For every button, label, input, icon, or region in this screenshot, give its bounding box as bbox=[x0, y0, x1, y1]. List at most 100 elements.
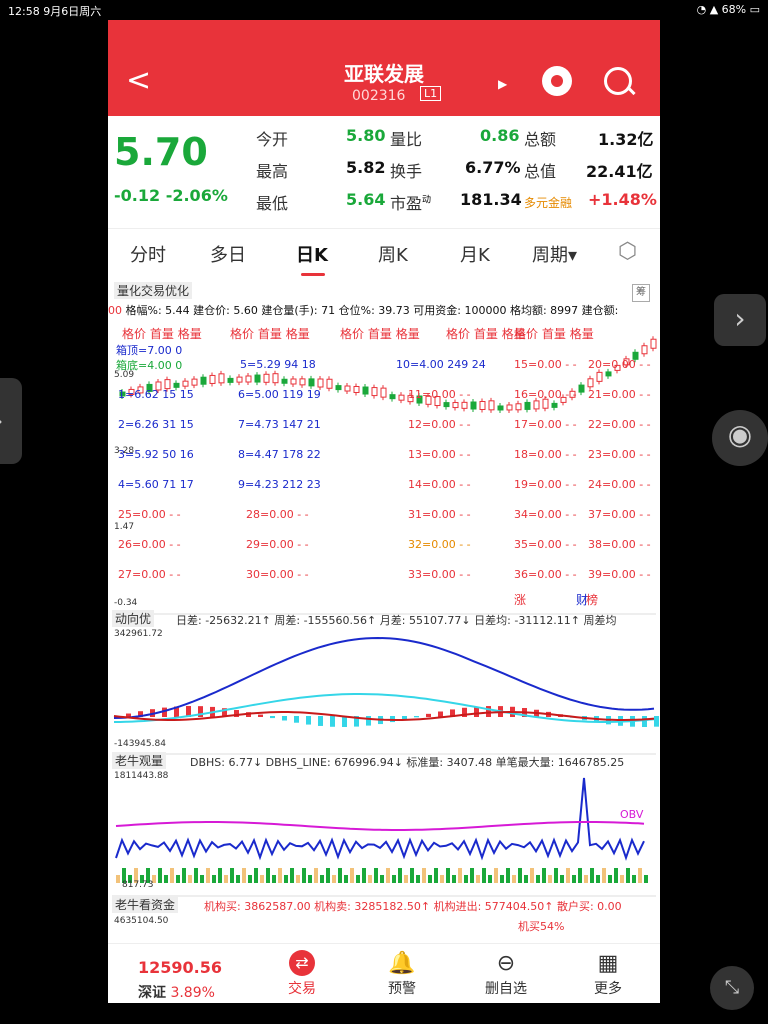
collapse-icon[interactable]: ⤡ bbox=[710, 966, 754, 1010]
candle-body bbox=[317, 378, 324, 388]
status-bar: 12:58 9月6日周六 ◔ ▲ 68% ▭ bbox=[0, 0, 768, 20]
grid-cell: 19=0.00 - - bbox=[514, 478, 577, 491]
volume-bar bbox=[332, 875, 336, 883]
tab-period[interactable]: 周期▾ bbox=[532, 241, 577, 267]
tab-weekly-k[interactable]: 周K bbox=[378, 241, 408, 267]
index-name[interactable]: 深证 3.89% bbox=[138, 982, 215, 1002]
volume-bar bbox=[470, 868, 474, 883]
period-tabs: 分时 多日 日K 周K 月K 周期▾ ⬡ bbox=[108, 228, 660, 279]
volume-bar bbox=[380, 875, 384, 883]
volume-bar bbox=[362, 868, 366, 883]
box-top: 箱顶=7.00 0 bbox=[116, 344, 183, 357]
volume-bar bbox=[608, 875, 612, 883]
bottom-bar: 12590.56 深证 3.89% ⇄ 交易 🔔 预警 ⊖ 删自选 ▦ 更多 bbox=[108, 943, 660, 1003]
volume-bar bbox=[398, 868, 402, 883]
trade-button[interactable]: ⇄ 交易 bbox=[272, 950, 332, 998]
candle-body bbox=[398, 394, 405, 401]
grid-cell: 11=0.00 - - bbox=[408, 388, 471, 401]
indicator2-label[interactable]: 老牛观量 bbox=[112, 752, 167, 769]
kline-chart-area[interactable]: 量化交易优化 筹 00 格幅%: 5.44 建仓价: 5.60 建仓量(手): … bbox=[108, 278, 660, 968]
dpad-control[interactable]: ◉ bbox=[712, 410, 768, 466]
volume-bar bbox=[182, 868, 186, 883]
candle-body bbox=[461, 401, 468, 409]
volume-bar bbox=[278, 868, 282, 883]
quote-low-value: 5.64 bbox=[346, 190, 386, 209]
candle-body bbox=[524, 401, 531, 410]
tab-monthly-k[interactable]: 月K bbox=[460, 241, 490, 267]
chip-button[interactable]: 筹 bbox=[632, 284, 650, 302]
search-icon[interactable] bbox=[604, 67, 632, 95]
volume-bar bbox=[416, 875, 420, 883]
sector-name[interactable]: 多元金融 bbox=[524, 194, 572, 211]
obv-label: OBV bbox=[620, 808, 644, 821]
volume-bar bbox=[458, 868, 462, 883]
histogram-bar bbox=[414, 716, 419, 718]
candle-body bbox=[182, 380, 189, 387]
mascot-icon[interactable] bbox=[542, 66, 572, 96]
indicator-selector[interactable]: 量化交易优化 bbox=[114, 282, 193, 299]
play-icon[interactable]: ▶ bbox=[498, 77, 507, 91]
rank-tag[interactable]: 榜 bbox=[586, 591, 598, 608]
grid-cell: 30=0.00 - - bbox=[246, 568, 309, 581]
remove-watchlist-button[interactable]: ⊖ 删自选 bbox=[476, 950, 536, 998]
volume-bar bbox=[308, 875, 312, 883]
indicator3-label[interactable]: 老牛看资金 bbox=[112, 896, 179, 913]
sector-pct: +1.48% bbox=[588, 190, 657, 209]
volume-bar bbox=[512, 875, 516, 883]
candle-body bbox=[506, 404, 513, 411]
volume-bar bbox=[368, 875, 372, 883]
candle-body bbox=[263, 373, 270, 383]
candle-body bbox=[290, 378, 297, 385]
indicator3-values: 机构买: 3862587.00 机构卖: 3285182.50↑ 机构进出: 5… bbox=[204, 900, 622, 913]
volume-bar bbox=[248, 875, 252, 883]
grid-cell: 2=6.26 31 15 bbox=[118, 418, 194, 431]
tab-multiday[interactable]: 多日 bbox=[210, 241, 246, 267]
grid-cell: 27=0.00 - - bbox=[118, 568, 181, 581]
settings-hex-icon[interactable]: ⬡ bbox=[618, 239, 637, 264]
more-button[interactable]: ▦ 更多 bbox=[578, 950, 638, 998]
volume-bar bbox=[260, 875, 264, 883]
volume-bar bbox=[572, 875, 576, 883]
volume-bar bbox=[392, 875, 396, 883]
indicator1-label[interactable]: 动向优 bbox=[112, 610, 155, 627]
side-handle-left[interactable]: › bbox=[0, 378, 22, 464]
indicator2-values: DBHS: 6.77↓ DBHS_LINE: 676996.94↓ 标准量: 3… bbox=[190, 756, 625, 769]
candle-body bbox=[587, 378, 594, 388]
candle-body bbox=[596, 371, 603, 382]
grid-cell: 3=5.92 50 16 bbox=[118, 448, 194, 461]
quote-pe-value: 181.34 bbox=[460, 190, 522, 209]
volume-bar bbox=[482, 868, 486, 883]
volume-bar bbox=[302, 868, 306, 883]
volume-bar bbox=[290, 868, 294, 883]
volume-bar bbox=[386, 868, 390, 883]
histogram-bar bbox=[654, 716, 659, 727]
volume-bar bbox=[434, 868, 438, 883]
stock-name: 亚联发展 bbox=[344, 62, 424, 86]
current-price: 5.70 bbox=[114, 130, 208, 174]
quote-mktcap-value: 22.41亿 bbox=[586, 162, 653, 181]
col-header: 格价 首量 格量 bbox=[514, 327, 594, 341]
candle-body bbox=[551, 402, 558, 408]
volume-bar bbox=[218, 868, 222, 883]
grid-cell: 6=5.00 119 19 bbox=[238, 388, 321, 401]
indicator2-max: 1811443.88 bbox=[114, 771, 169, 781]
tab-intraday[interactable]: 分时 bbox=[130, 241, 166, 267]
candle-body bbox=[227, 377, 234, 383]
candle-body bbox=[533, 400, 540, 410]
battery-indicator: ◔ ▲ 68% ▭ bbox=[696, 3, 760, 16]
tab-daily-k[interactable]: 日K bbox=[296, 241, 328, 267]
grid-cell: 38=0.00 - - bbox=[588, 538, 651, 551]
next-stock-button[interactable]: › bbox=[714, 294, 766, 346]
alert-button[interactable]: 🔔 预警 bbox=[372, 950, 432, 998]
candle-body bbox=[641, 345, 648, 355]
index-value[interactable]: 12590.56 bbox=[138, 958, 222, 977]
candle-body bbox=[605, 371, 612, 377]
grid-cell: 1=6.62 15 15 bbox=[118, 388, 194, 401]
rise-tag[interactable]: 涨 bbox=[514, 591, 526, 608]
volume-bar bbox=[254, 868, 258, 883]
grid-cell: 35=0.00 - - bbox=[514, 538, 577, 551]
grid-cell: 24=0.00 - - bbox=[588, 478, 651, 491]
strategy-info-line: 00 格幅%: 5.44 建仓价: 5.60 建仓量(手): 71 仓位%: 3… bbox=[108, 304, 619, 317]
histogram-bar bbox=[258, 714, 263, 717]
volume-bar bbox=[236, 875, 240, 883]
